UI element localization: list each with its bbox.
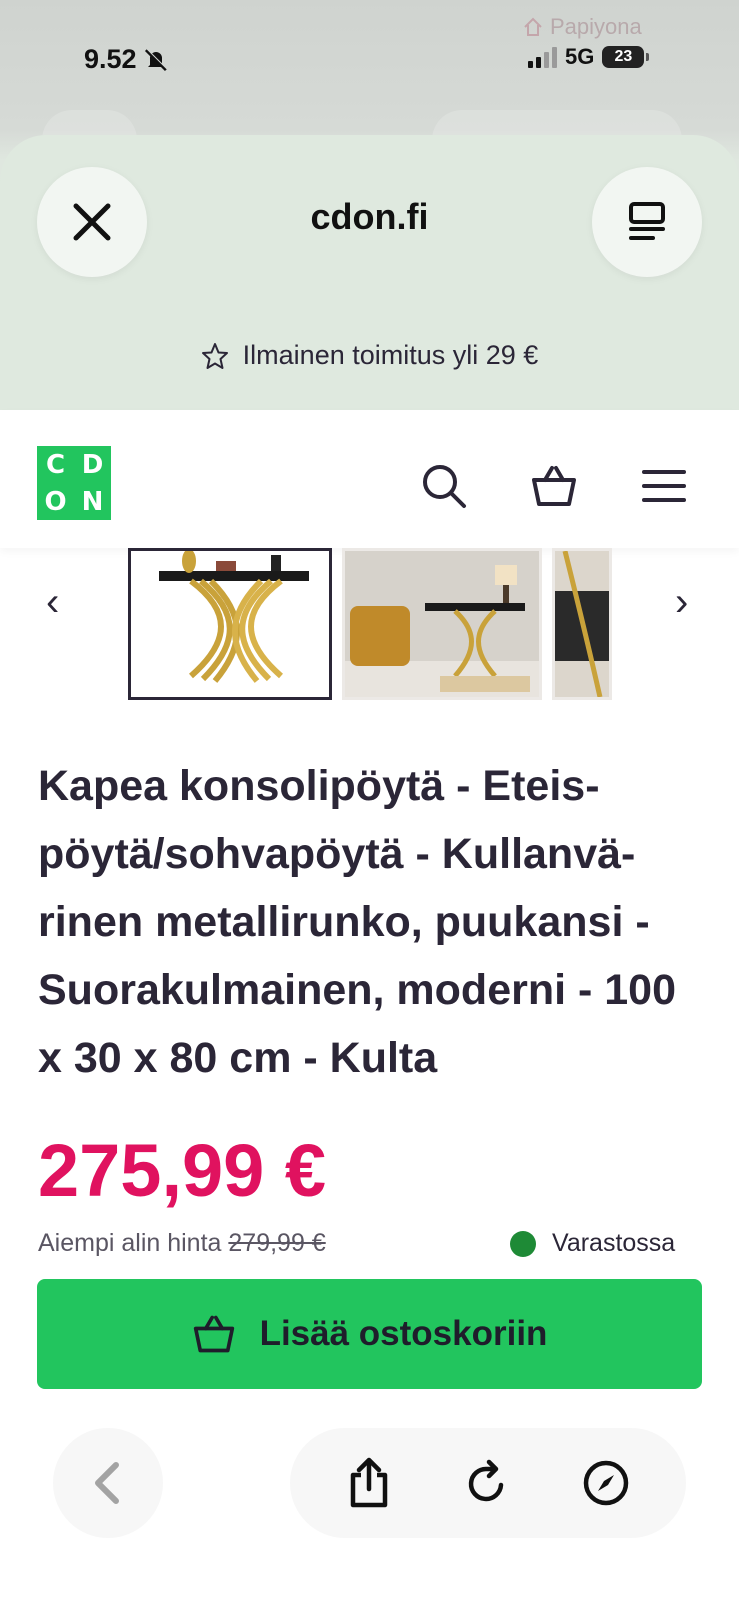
reader-menu-button[interactable]: [592, 167, 702, 277]
product-price: 275,99 €: [38, 1129, 327, 1212]
console-table-image: [159, 551, 309, 683]
previous-price: Aiempi alin hinta 279,99 €: [38, 1229, 326, 1258]
gallery-thumbnail[interactable]: [128, 548, 332, 700]
reload-icon[interactable]: [463, 1459, 511, 1507]
home-icon: [524, 17, 542, 36]
star-icon: [201, 342, 228, 369]
previous-price-label: Aiempi alin hinta: [38, 1229, 222, 1257]
gallery-prev-button[interactable]: ‹: [46, 580, 59, 625]
bell-muted-icon: [144, 48, 167, 71]
gallery-next-button[interactable]: ›: [675, 580, 688, 625]
browser-toolbar: [0, 1390, 739, 1600]
watermark: Papiyona: [522, 14, 642, 40]
cdon-logo[interactable]: C D O N: [37, 446, 111, 520]
stock-status-text: Varastossa: [552, 1229, 676, 1257]
logo-letter: N: [81, 486, 104, 517]
share-icon[interactable]: [345, 1457, 393, 1509]
browser-chrome: Papiyona 9.52 5G 23 cdon.fi Ilmainen toi…: [0, 0, 739, 410]
battery-level: 23: [614, 48, 633, 65]
back-button[interactable]: [53, 1428, 163, 1538]
detail-image: [555, 551, 609, 697]
status-indicators: 5G 23: [528, 44, 650, 70]
battery-icon: 23: [602, 46, 650, 68]
clock: 9.52: [84, 44, 137, 74]
in-stock-dot-icon: [510, 1230, 536, 1257]
status-time: 9.52: [84, 44, 169, 75]
previous-price-value: 279,99 €: [228, 1229, 326, 1257]
menu-icon[interactable]: [640, 462, 688, 510]
basket-icon: [193, 1315, 234, 1353]
search-icon[interactable]: [420, 462, 468, 510]
gallery-thumbnail[interactable]: [552, 548, 612, 700]
shipping-banner: Ilmainen toimitus yli 29 €: [0, 340, 739, 371]
product-title: Kapea konsolipöytä - Eteis-pöytä/sohvapö…: [38, 762, 677, 1082]
network-label: 5G: [565, 44, 595, 69]
chevron-left-icon: [95, 1462, 119, 1504]
signal-icon: [528, 46, 557, 68]
logo-letter: C: [45, 449, 66, 480]
logo-letter: D: [81, 449, 104, 480]
toolbar-actions: [290, 1428, 686, 1538]
logo-letter: O: [44, 486, 67, 517]
add-to-cart-label: Lisää ostoskoriin: [259, 1314, 548, 1353]
watermark-text: Papiyona: [550, 14, 642, 39]
basket-icon[interactable]: [530, 462, 578, 510]
shipping-text: Ilmainen toimitus yli 29 €: [242, 340, 539, 370]
stock-status: Varastossa: [510, 1229, 675, 1258]
gallery-thumbnail[interactable]: [342, 548, 542, 700]
reader-icon: [629, 202, 665, 240]
add-to-cart-button[interactable]: Lisää ostoskoriin: [37, 1279, 702, 1389]
compass-icon[interactable]: [581, 1458, 631, 1508]
site-header: C D O N: [0, 410, 739, 548]
room-scene-image: [345, 551, 539, 697]
image-gallery: ‹ ›: [0, 548, 739, 708]
